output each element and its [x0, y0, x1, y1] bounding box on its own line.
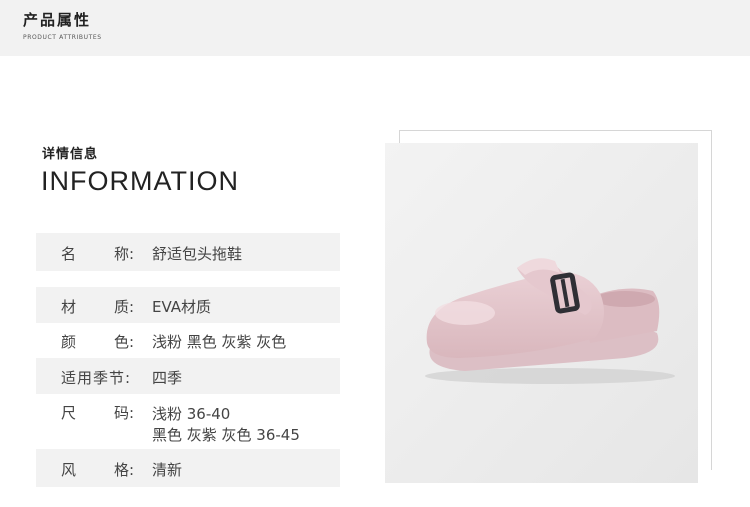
attr-value-line2: 黑色 灰紫 灰色 36-45: [152, 426, 300, 444]
attr-key-1: 尺: [61, 404, 77, 422]
attr-row-color: 颜 色: 浅粉 黑色 灰紫 灰色: [36, 323, 340, 359]
attr-row-material: 材 质: EVA材质: [36, 287, 340, 323]
attr-key-2: 称:: [114, 245, 135, 263]
header-subtitle: PRODUCT ATTRIBUTES: [23, 34, 102, 41]
attr-row-style: 风 格: 清新: [36, 449, 340, 487]
attr-key-2: 码:: [114, 404, 135, 422]
attr-value: 浅粉 黑色 灰紫 灰色: [152, 333, 287, 351]
attr-key: 适用季节:: [61, 369, 132, 387]
product-attributes-header: 产品属性 PRODUCT ATTRIBUTES: [0, 0, 750, 56]
attr-value: EVA材质: [152, 298, 212, 316]
attr-key-1: 颜: [61, 333, 77, 351]
attr-value: 浅粉 36-40: [152, 405, 231, 423]
product-photo: [385, 143, 698, 483]
attr-key-2: 质:: [114, 298, 135, 316]
header-title: 产品属性: [23, 11, 92, 29]
attr-key-1: 名: [61, 245, 77, 263]
attr-row-size: 尺 码: 浅粉 36-40 黑色 灰紫 灰色 36-45: [36, 396, 340, 444]
box-edge: [711, 130, 712, 470]
attr-key-2: 格:: [114, 461, 135, 479]
attr-key-2: 色:: [114, 333, 135, 351]
box-edge: [399, 130, 400, 143]
info-title-cn: 详情信息: [42, 147, 99, 162]
box-edge: [399, 130, 712, 131]
clog-slipper-image: [385, 143, 698, 483]
attr-row-season: 适用季节: 四季: [36, 358, 340, 394]
attr-key-1: 风: [61, 461, 77, 479]
attr-value: 舒适包头拖鞋: [152, 245, 243, 263]
attr-value: 四季: [152, 369, 183, 387]
attr-value: 清新: [152, 461, 183, 479]
info-title-en: INFORMATION: [41, 166, 239, 196]
attr-key-1: 材: [61, 298, 77, 316]
attr-row-name: 名 称: 舒适包头拖鞋: [36, 233, 340, 271]
